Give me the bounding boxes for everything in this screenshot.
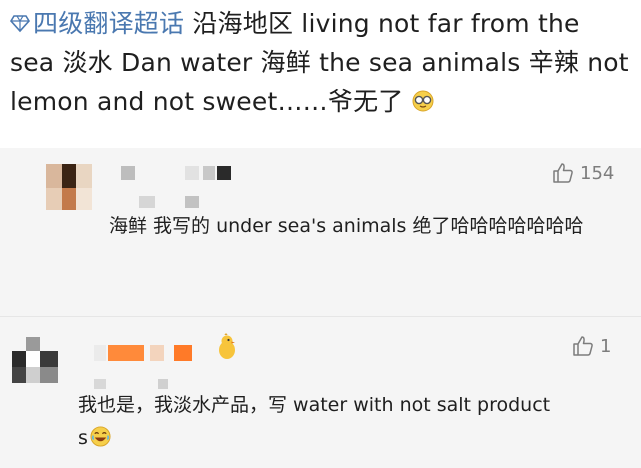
like-button[interactable]: 1 <box>572 335 611 357</box>
comment-text: 海鲜 我写的 under sea's animals 绝了哈哈哈哈哈哈哈 <box>109 215 584 237</box>
comment-item: 1 我也是，我淡水产品，写 water with not salt produc… <box>0 317 641 468</box>
topic-label[interactable]: 四级翻译超话 <box>33 9 184 38</box>
post-text: 四级翻译超话 沿海地区 living not far from the sea … <box>10 4 631 121</box>
glasses-emoji-icon <box>412 90 434 112</box>
like-count: 1 <box>600 335 612 357</box>
laughing-emoji-icon <box>90 426 111 447</box>
comment-text-block: 我也是，我淡水产品，写 water with not salt products <box>78 389 558 455</box>
like-count: 154 <box>580 162 615 184</box>
thumbs-up-icon <box>573 336 593 356</box>
avatar[interactable] <box>46 164 92 210</box>
post-content: 四级翻译超话 沿海地区 living not far from the sea … <box>0 0 641 148</box>
avatar[interactable] <box>12 337 58 383</box>
comment-item: 154 海鲜 我写的 under sea's animals 绝了哈哈哈哈哈哈哈 <box>0 148 641 316</box>
comment-text: 我也是，我淡水产品，写 water with not salt products <box>78 394 551 449</box>
topic-link[interactable]: 四级翻译超话 <box>10 9 192 38</box>
like-button[interactable]: 154 <box>552 162 614 184</box>
chick-badge-icon <box>219 333 235 359</box>
thumbs-up-icon <box>553 163 573 183</box>
comment-list: 154 海鲜 我写的 under sea's animals 绝了哈哈哈哈哈哈哈 <box>0 148 641 468</box>
diamond-icon <box>10 15 30 33</box>
